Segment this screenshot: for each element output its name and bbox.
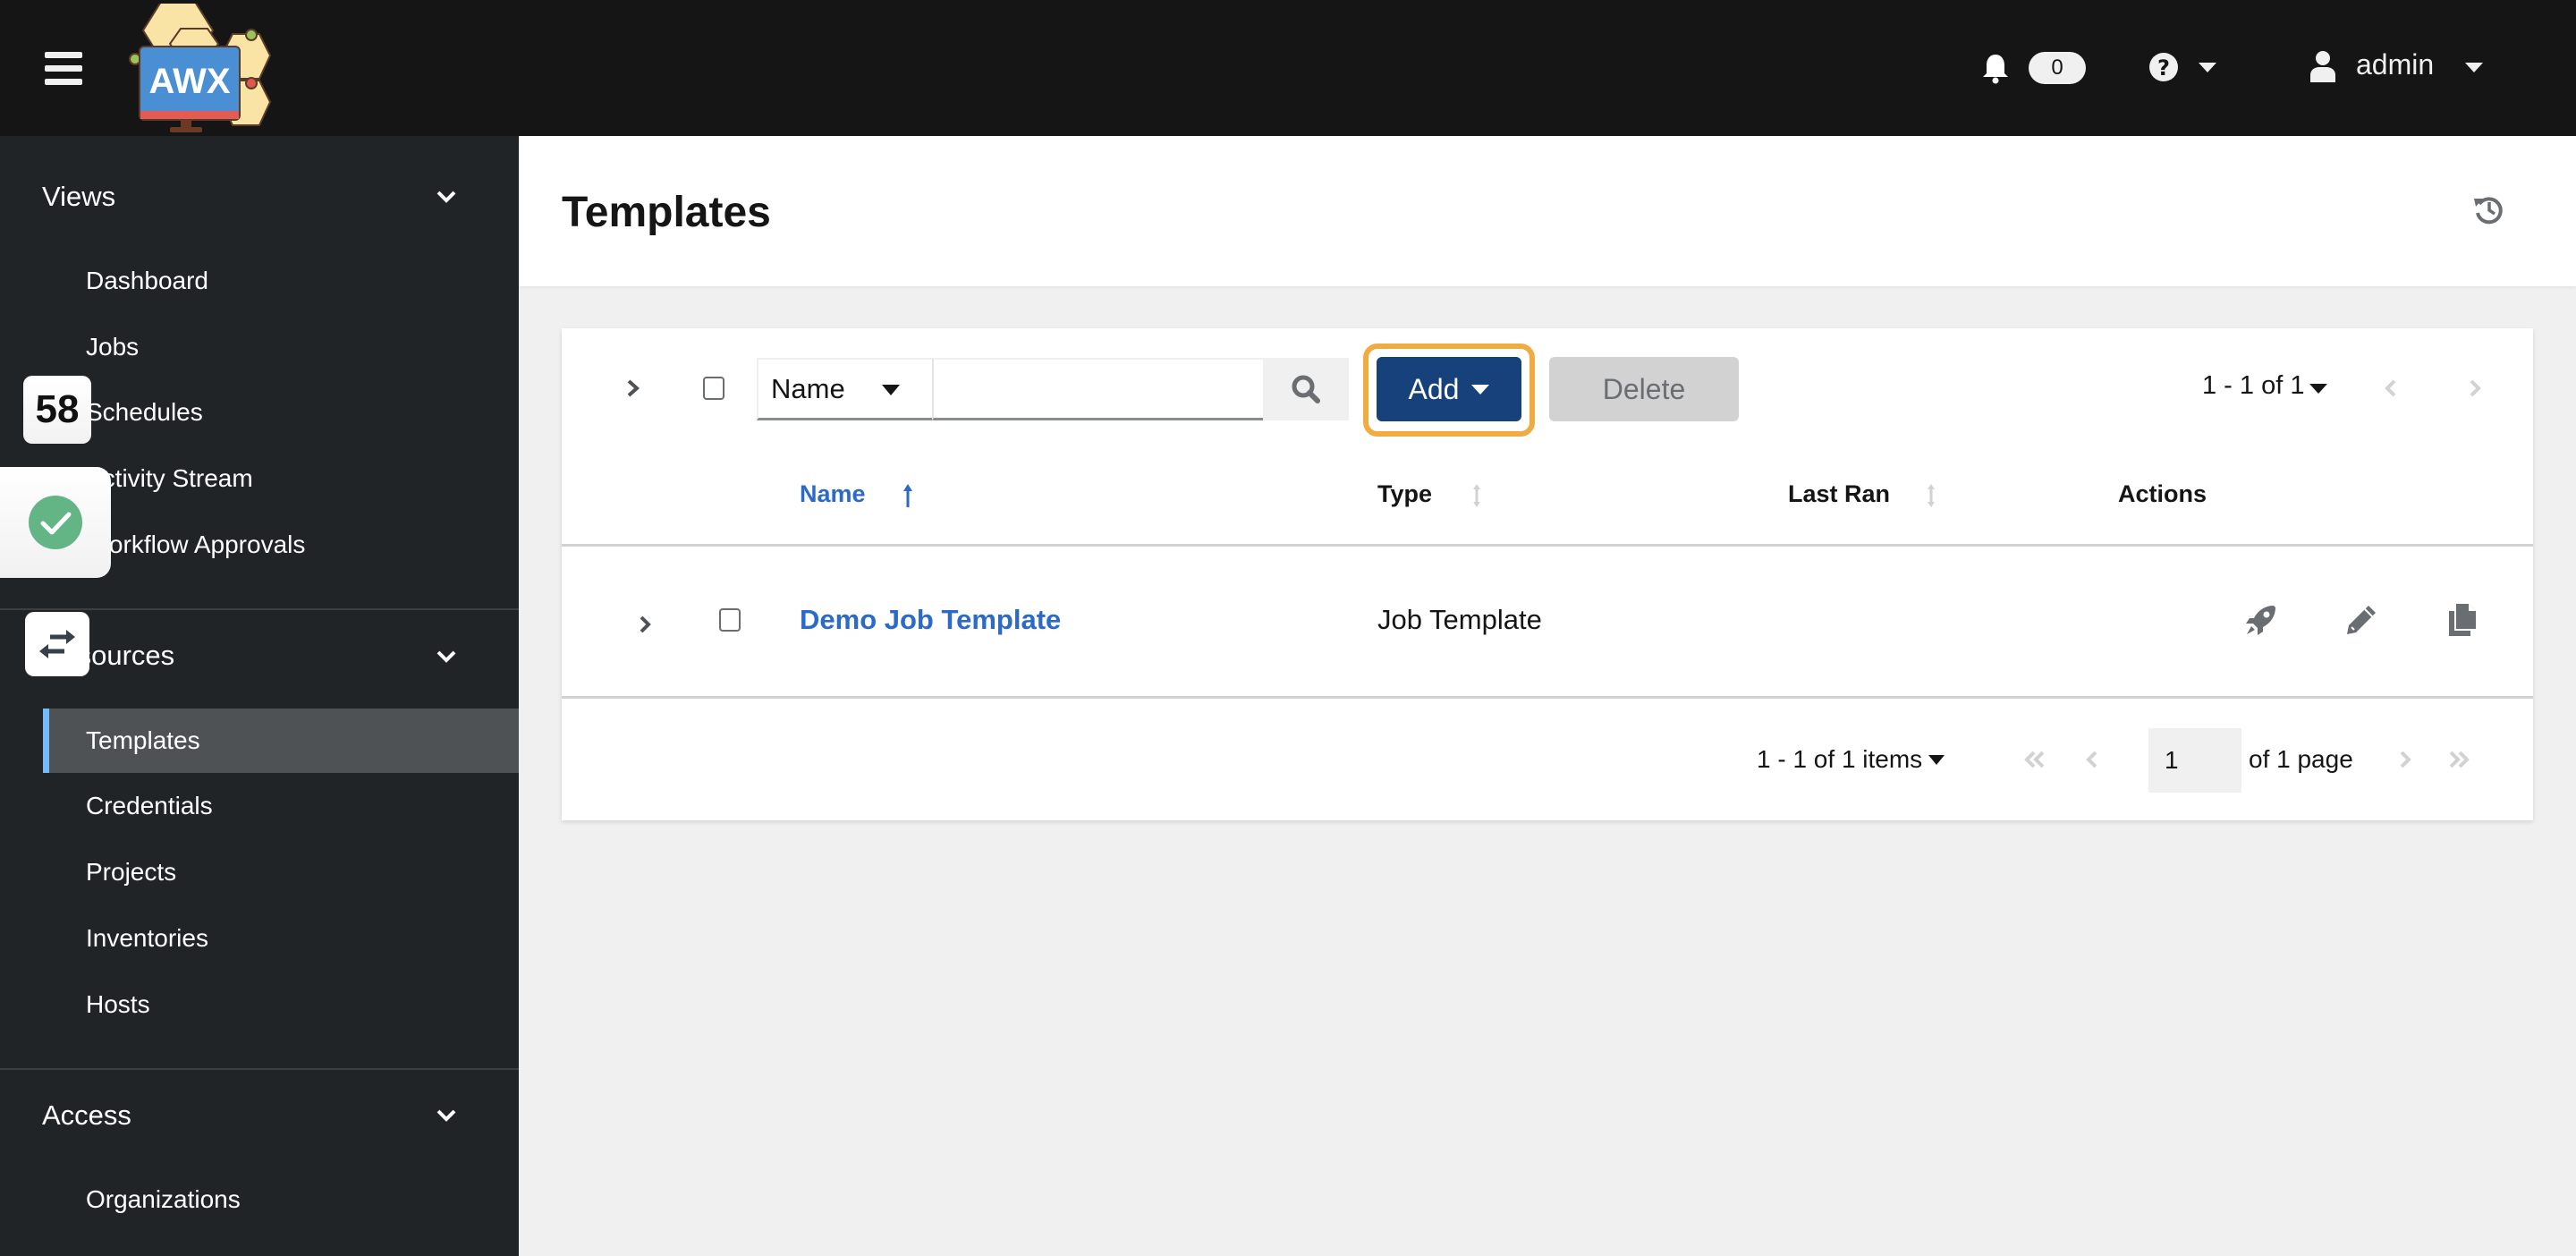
last-page-icon[interactable]: [2445, 746, 2472, 773]
svg-text:AWX: AWX: [148, 62, 230, 101]
sort-icon[interactable]: [1925, 482, 1937, 509]
row-select-checkbox[interactable]: [719, 608, 741, 632]
search-button[interactable]: [1263, 358, 1349, 420]
sidebar-item-jobs[interactable]: Jobs: [43, 315, 519, 379]
table-header-divider: [562, 544, 2533, 547]
sidebar-item-hosts[interactable]: Hosts: [43, 972, 519, 1037]
swap-overlay-button[interactable]: [25, 612, 89, 676]
row-expand-chevron-icon[interactable]: [635, 611, 655, 638]
sort-ascending-icon[interactable]: [902, 482, 914, 509]
sidebar-item-projects[interactable]: Projects: [43, 840, 519, 904]
launch-rocket-icon[interactable]: [2243, 602, 2279, 638]
next-page-icon[interactable]: [2465, 375, 2485, 402]
current-page-input[interactable]: [2148, 728, 2241, 793]
user-dropdown-caret-icon[interactable]: [2465, 63, 2483, 72]
select-all-checkbox[interactable]: [703, 377, 724, 400]
check-circle-icon: [29, 496, 82, 549]
caret-down-icon: [882, 385, 900, 395]
add-button[interactable]: Add: [1377, 357, 1521, 421]
pagination-summary-toggle[interactable]: 1 - 1 of 1: [2202, 371, 2304, 401]
delete-button[interactable]: Delete: [1549, 357, 1739, 421]
first-page-icon[interactable]: [2021, 746, 2048, 773]
template-name-link[interactable]: Demo Job Template: [800, 604, 1061, 636]
hamburger-bar: [45, 52, 82, 58]
column-header-last-ran[interactable]: Last Ran: [1788, 480, 1890, 508]
previous-page-icon[interactable]: [2381, 375, 2401, 402]
masthead: AWX 0 ? admin: [0, 0, 2576, 136]
sidebar-item-templates[interactable]: Templates: [43, 709, 519, 773]
sidebar-item-inventories[interactable]: Inventories: [43, 906, 519, 971]
nav-divider: [0, 1068, 519, 1070]
caret-down-icon: [1471, 384, 1490, 395]
copy-icon[interactable]: [2444, 602, 2479, 638]
hamburger-bar: [45, 65, 82, 72]
nav-group-access-title[interactable]: Access: [42, 1099, 131, 1132]
success-overlay-card[interactable]: [0, 467, 111, 578]
expand-all-chevron-icon[interactable]: [623, 375, 644, 402]
nav-group-views-title[interactable]: Views: [42, 181, 115, 213]
swap-arrows-icon: [39, 630, 75, 658]
sidebar-item-activity-stream[interactable]: Activity Stream: [43, 446, 519, 511]
items-per-page-toggle[interactable]: 1 - 1 of 1 items: [1757, 745, 1922, 774]
sidebar-item-dashboard[interactable]: Dashboard: [43, 249, 519, 313]
activity-history-icon[interactable]: [2472, 193, 2504, 225]
chevron-down-icon[interactable]: [436, 649, 456, 664]
search-field-select[interactable]: Name: [757, 358, 932, 420]
notifications-count-badge[interactable]: 0: [2029, 52, 2086, 84]
column-header-name[interactable]: Name: [800, 480, 866, 508]
templates-list-card: Name Add Delete 1 - 1 of 1 Name Type Las…: [562, 328, 2533, 820]
sidebar-item-credentials[interactable]: Credentials: [43, 774, 519, 838]
sidebar-item-organizations[interactable]: Organizations: [43, 1167, 519, 1232]
template-type: Job Template: [1377, 604, 1542, 635]
caret-down-icon[interactable]: [2309, 384, 2327, 394]
help-dropdown-caret-icon[interactable]: [2199, 63, 2216, 72]
add-button-label: Add: [1408, 372, 1460, 405]
column-header-actions: Actions: [2118, 480, 2207, 507]
page-title: Templates: [562, 189, 771, 236]
total-pages-label: of 1 page: [2249, 745, 2353, 773]
help-icon[interactable]: ?: [2148, 52, 2179, 82]
search-icon: [1292, 375, 1320, 403]
edit-pencil-icon[interactable]: [2343, 602, 2379, 638]
previous-page-icon[interactable]: [2082, 746, 2102, 773]
notifications-bell-icon[interactable]: [1980, 52, 2011, 84]
counter-overlay-badge[interactable]: 58: [23, 376, 91, 444]
sort-icon[interactable]: [1470, 482, 1483, 509]
table-row-divider: [562, 696, 2533, 699]
search-input[interactable]: [932, 358, 1263, 420]
caret-down-icon[interactable]: [1928, 755, 1945, 765]
nav-divider: [0, 608, 519, 610]
chevron-down-icon[interactable]: [436, 1108, 456, 1123]
sidebar-item-workflow-approvals[interactable]: Workflow Approvals: [43, 513, 519, 577]
svg-text:?: ?: [2157, 55, 2170, 81]
sidebar-item-schedules[interactable]: Schedules: [43, 380, 519, 445]
next-page-icon[interactable]: [2395, 746, 2415, 773]
nav-toggle-button[interactable]: [45, 45, 82, 88]
page-header: Templates: [519, 136, 2576, 286]
search-field-select-value: Name: [771, 372, 845, 404]
awx-logo[interactable]: AWX: [125, 1, 313, 134]
column-header-type[interactable]: Type: [1377, 480, 1432, 508]
user-icon[interactable]: [2309, 50, 2336, 82]
chevron-down-icon[interactable]: [436, 190, 456, 204]
awx-logo-icon: AWX: [129, 1, 272, 132]
sidebar: Views Dashboard Jobs Schedules Activity …: [0, 136, 519, 1256]
hamburger-bar: [45, 79, 82, 85]
user-menu-name[interactable]: admin: [2356, 48, 2434, 81]
